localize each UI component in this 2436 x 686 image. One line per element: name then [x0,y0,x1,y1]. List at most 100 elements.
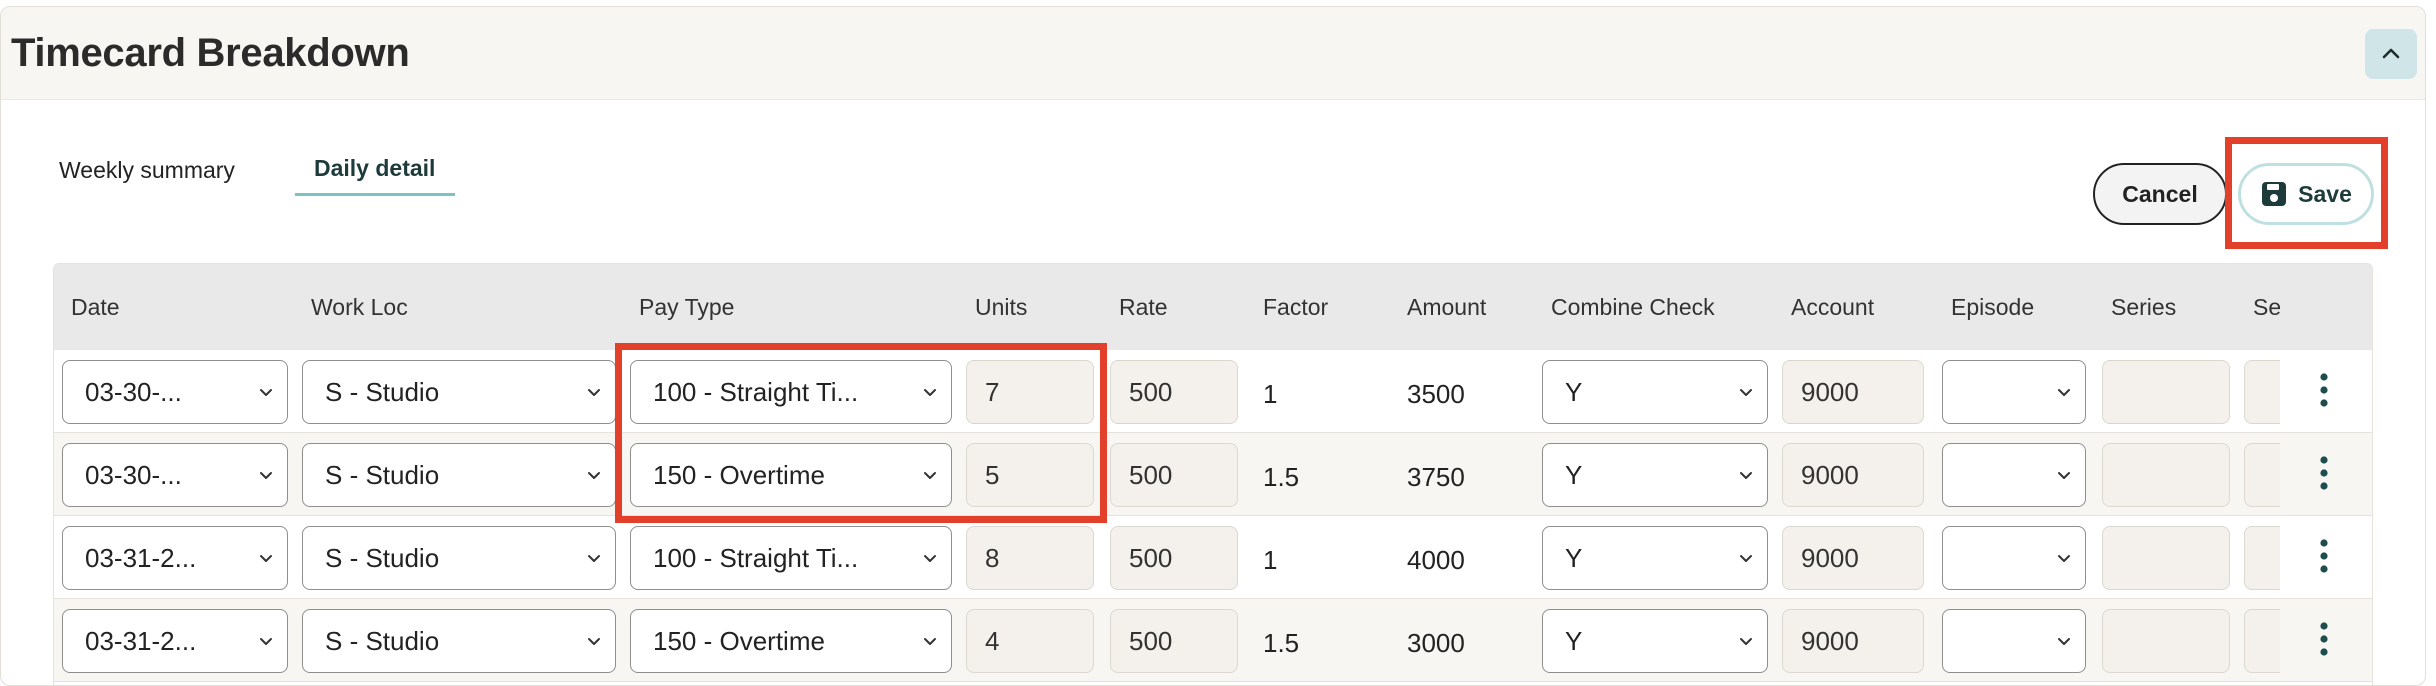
save-button-label: Save [2298,180,2352,207]
row-actions-cell [2280,516,2372,598]
chevron-down-icon [924,472,936,479]
more-options-icon[interactable] [2319,372,2329,408]
card-header: Timecard Breakdown [1,7,2425,100]
chevron-down-icon [2058,389,2070,396]
account-input[interactable]: 9000 [1782,526,1924,590]
column-header-episode: Episode [1951,294,2035,320]
more-options-icon[interactable] [2319,621,2329,657]
tab-daily-detail[interactable]: Daily detail [314,155,435,182]
floppy-disk-icon [2262,182,2287,206]
chevron-down-icon [588,389,600,396]
work-loc-value: S - Studio [325,376,440,407]
save-button[interactable]: Save [2238,163,2374,225]
chevron-down-icon [260,555,272,562]
work-loc-value: S - Studio [325,625,440,656]
page-title: Timecard Breakdown [11,31,410,75]
work-loc-value: S - Studio [325,459,440,490]
cancel-button[interactable]: Cancel [2093,163,2227,225]
table-row: 03-30-... S - Studio 100 - Straight Ti... 7… [54,350,2372,433]
episode-select[interactable] [1942,526,2086,590]
amount-value: 4000 [1407,545,1465,575]
factor-value: 1 [1263,379,1278,409]
amount-value: 3000 [1407,628,1465,658]
table-header: Date Work Loc Pay Type Units Rate Factor… [54,264,2372,350]
date-value: 03-31-2... [85,542,197,573]
column-header-truncated: Se [2253,294,2282,320]
units-input[interactable]: 7 [966,360,1094,424]
work-loc-select[interactable]: S - Studio [302,609,616,673]
account-input[interactable]: 9000 [1782,443,1924,507]
pay-type-value: 100 - Straight Ti... [653,542,859,573]
pay-type-select[interactable]: 100 - Straight Ti... [630,526,952,590]
chevron-down-icon [260,389,272,396]
rate-input[interactable]: 500 [1110,526,1238,590]
actions-column-header [2280,264,2372,350]
timecard-breakdown-card: Timecard Breakdown Weekly summary Daily … [0,6,2426,686]
chevron-down-icon [260,638,272,645]
column-header-work-loc: Work Loc [311,294,408,320]
row-actions-cell [2280,599,2372,681]
account-input[interactable]: 9000 [1782,360,1924,424]
collapse-button[interactable] [2365,29,2417,79]
combine-check-select[interactable]: Y [1542,526,1768,590]
date-select[interactable]: 03-30-... [62,360,288,424]
combine-check-value: Y [1565,625,1583,656]
active-tab-indicator [295,193,455,196]
rate-input[interactable]: 500 [1110,443,1238,507]
chevron-down-icon [924,638,936,645]
series-input[interactable] [2102,526,2230,590]
account-input[interactable]: 9000 [1782,609,1924,673]
units-input[interactable]: 4 [966,609,1094,673]
combine-check-value: Y [1565,542,1583,573]
pay-type-value: 150 - Overtime [653,459,825,490]
work-loc-select[interactable]: S - Studio [302,443,616,507]
pay-type-select[interactable]: 150 - Overtime [630,443,952,507]
chevron-down-icon [1740,555,1752,562]
factor-value: 1 [1263,545,1278,575]
pay-type-select[interactable]: 150 - Overtime [630,609,952,673]
tab-weekly-summary[interactable]: Weekly summary [59,157,235,184]
chevron-down-icon [588,555,600,562]
factor-value: 1.5 [1263,628,1300,658]
series-input[interactable] [2102,360,2230,424]
work-loc-select[interactable]: S - Studio [302,360,616,424]
column-header-combine-check: Combine Check [1551,294,1715,320]
timecard-table: Date Work Loc Pay Type Units Rate Factor… [53,263,2373,685]
pay-type-value: 150 - Overtime [653,625,825,656]
chevron-down-icon [2058,555,2070,562]
column-header-units: Units [975,294,1028,320]
combine-check-select[interactable]: Y [1542,360,1768,424]
series-input[interactable] [2102,609,2230,673]
combine-check-select[interactable]: Y [1542,443,1768,507]
row-actions-cell [2280,433,2372,515]
date-value: 03-30-... [85,459,182,490]
chevron-down-icon [588,472,600,479]
date-select[interactable]: 03-31-2... [62,609,288,673]
rate-input[interactable]: 500 [1110,609,1238,673]
more-options-icon[interactable] [2319,455,2329,491]
chevron-down-icon [260,472,272,479]
rate-input[interactable]: 500 [1110,360,1238,424]
combine-check-select[interactable]: Y [1542,609,1768,673]
chevron-down-icon [1740,472,1752,479]
date-value: 03-30-... [85,376,182,407]
factor-value: 1.5 [1263,462,1300,492]
amount-value: 3750 [1407,462,1465,492]
column-header-pay-type: Pay Type [639,294,735,320]
episode-select[interactable] [1942,360,2086,424]
row-actions-cell [2280,350,2372,432]
series-input[interactable] [2102,443,2230,507]
chevron-down-icon [2058,638,2070,645]
work-loc-select[interactable]: S - Studio [302,526,616,590]
date-select[interactable]: 03-30-... [62,443,288,507]
date-select[interactable]: 03-31-2... [62,526,288,590]
units-input[interactable]: 5 [966,443,1094,507]
pay-type-select[interactable]: 100 - Straight Ti... [630,360,952,424]
pay-type-value: 100 - Straight Ti... [653,376,859,407]
table-row: 03-31-2... S - Studio 100 - Straight Ti...… [54,516,2372,599]
episode-select[interactable] [1942,443,2086,507]
combine-check-value: Y [1565,459,1583,490]
episode-select[interactable] [1942,609,2086,673]
more-options-icon[interactable] [2319,538,2329,574]
units-input[interactable]: 8 [966,526,1094,590]
